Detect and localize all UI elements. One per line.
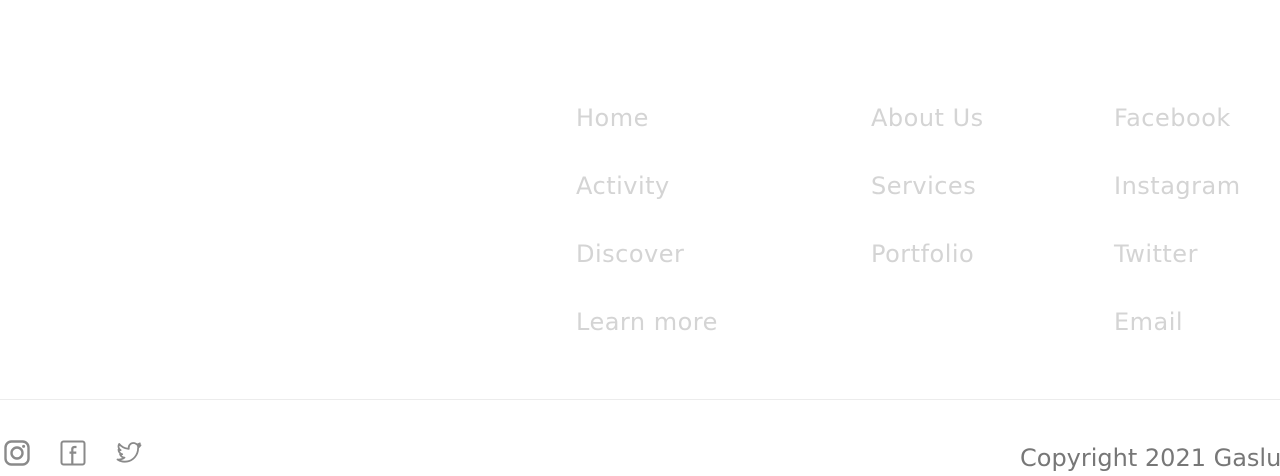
footer-link-activity[interactable]: Activity (576, 168, 718, 236)
footer-link-services[interactable]: Services (871, 168, 984, 236)
twitter-link[interactable] (116, 440, 142, 466)
facebook-link[interactable] (60, 440, 86, 466)
instagram-icon (4, 440, 30, 466)
site-footer: Home Activity Discover Learn more About … (0, 0, 1280, 476)
footer-link-twitter[interactable]: Twitter (1114, 236, 1241, 304)
twitter-icon (116, 442, 142, 463)
footer-link-home[interactable]: Home (576, 100, 718, 168)
footer-nav-social: Facebook Instagram Twitter Email (1114, 100, 1241, 372)
footer-link-facebook[interactable]: Facebook (1114, 100, 1241, 168)
footer-divider (0, 399, 1280, 400)
footer-link-discover[interactable]: Discover (576, 236, 718, 304)
instagram-link[interactable] (4, 440, 30, 466)
footer-link-learn-more[interactable]: Learn more (576, 304, 718, 372)
facebook-icon (60, 440, 86, 466)
footer-link-email[interactable]: Email (1114, 304, 1241, 372)
footer-link-portfolio[interactable]: Portfolio (871, 236, 984, 304)
footer-nav-main: Home Activity Discover Learn more (576, 100, 718, 372)
footer-nav-company: About Us Services Portfolio (871, 100, 984, 304)
copyright-text: Copyright 2021 Gaslur (1020, 444, 1280, 472)
footer-link-instagram[interactable]: Instagram (1114, 168, 1241, 236)
social-icons (4, 440, 142, 466)
footer-link-about-us[interactable]: About Us (871, 100, 984, 168)
